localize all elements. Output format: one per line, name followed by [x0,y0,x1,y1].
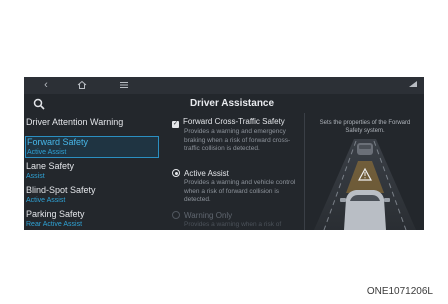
sidebar-item-sublabel: Active Assist [26,197,66,204]
sidebar: Driver Attention Warning Forward Safety … [24,113,166,230]
sidebar-item-driver-attention-warning[interactable]: Driver Attention Warning [26,117,160,128]
panel-divider [304,113,305,230]
option-description: Provides a warning when a risk of forwar… [184,221,282,230]
sidebar-item-label: Parking Safety [26,209,85,219]
sidebar-item-label: Driver Attention Warning [26,117,124,127]
radio-unselected-icon[interactable] [172,211,180,219]
active-assist-option[interactable]: Active Assist Provides a warning and veh… [172,169,302,205]
option-label: Warning Only [184,211,233,220]
sidebar-item-forward-safety[interactable]: Forward Safety Active Assist [25,136,159,158]
forward-cross-traffic-option[interactable]: ✓ Forward Cross-Traffic Safety Provides a… [172,117,302,154]
option-description: Provides a warning and emergency braking… [184,128,291,152]
sidebar-item-sublabel: Active Assist [27,149,67,156]
sidebar-item-label: Blind-Spot Safety [26,185,96,195]
home-icon[interactable] [72,78,92,93]
sidebar-item-blind-spot-safety[interactable]: Blind-Spot Safety Active Assist [26,185,160,205]
page-title: Driver Assistance [189,98,275,109]
checkbox-checked-icon[interactable]: ✓ [172,121,179,128]
info-description: Sets the properties of the Forward Safet… [319,120,411,134]
sidebar-item-label: Lane Safety [26,161,75,171]
option-label: Active Assist [184,169,229,178]
options-panel: ✓ Forward Cross-Traffic Safety Provides a… [166,113,302,230]
signal-icon [408,79,418,92]
sidebar-item-lane-safety[interactable]: Lane Safety Assist [26,161,160,181]
back-icon[interactable]: ‹ [36,78,56,93]
sidebar-item-sublabel: Assist [26,173,45,180]
sidebar-item-parking-safety[interactable]: Parking Safety Rear Active Assist [26,209,160,229]
sidebar-item-label: Forward Safety [27,137,89,147]
sidebar-item-sublabel: Rear Active Assist [26,221,83,228]
image-caption: ONE1071206L [366,286,433,297]
option-description: Provides a warning and vehicle control w… [184,179,296,203]
warning-only-option[interactable]: Warning Only Provides a warning when a r… [172,211,302,230]
forward-safety-illustration-icon [314,139,416,230]
search-icon[interactable] [33,97,47,111]
menu-icon[interactable] [114,78,134,93]
info-panel: Sets the properties of the Forward Safet… [306,113,424,230]
infotainment-screen: ‹ Driver Assistance Driver Attention War… [24,77,424,230]
option-label: Forward Cross-Traffic Safety [183,117,285,126]
radio-selected-icon[interactable] [172,169,180,177]
top-bar: ‹ [24,77,424,94]
